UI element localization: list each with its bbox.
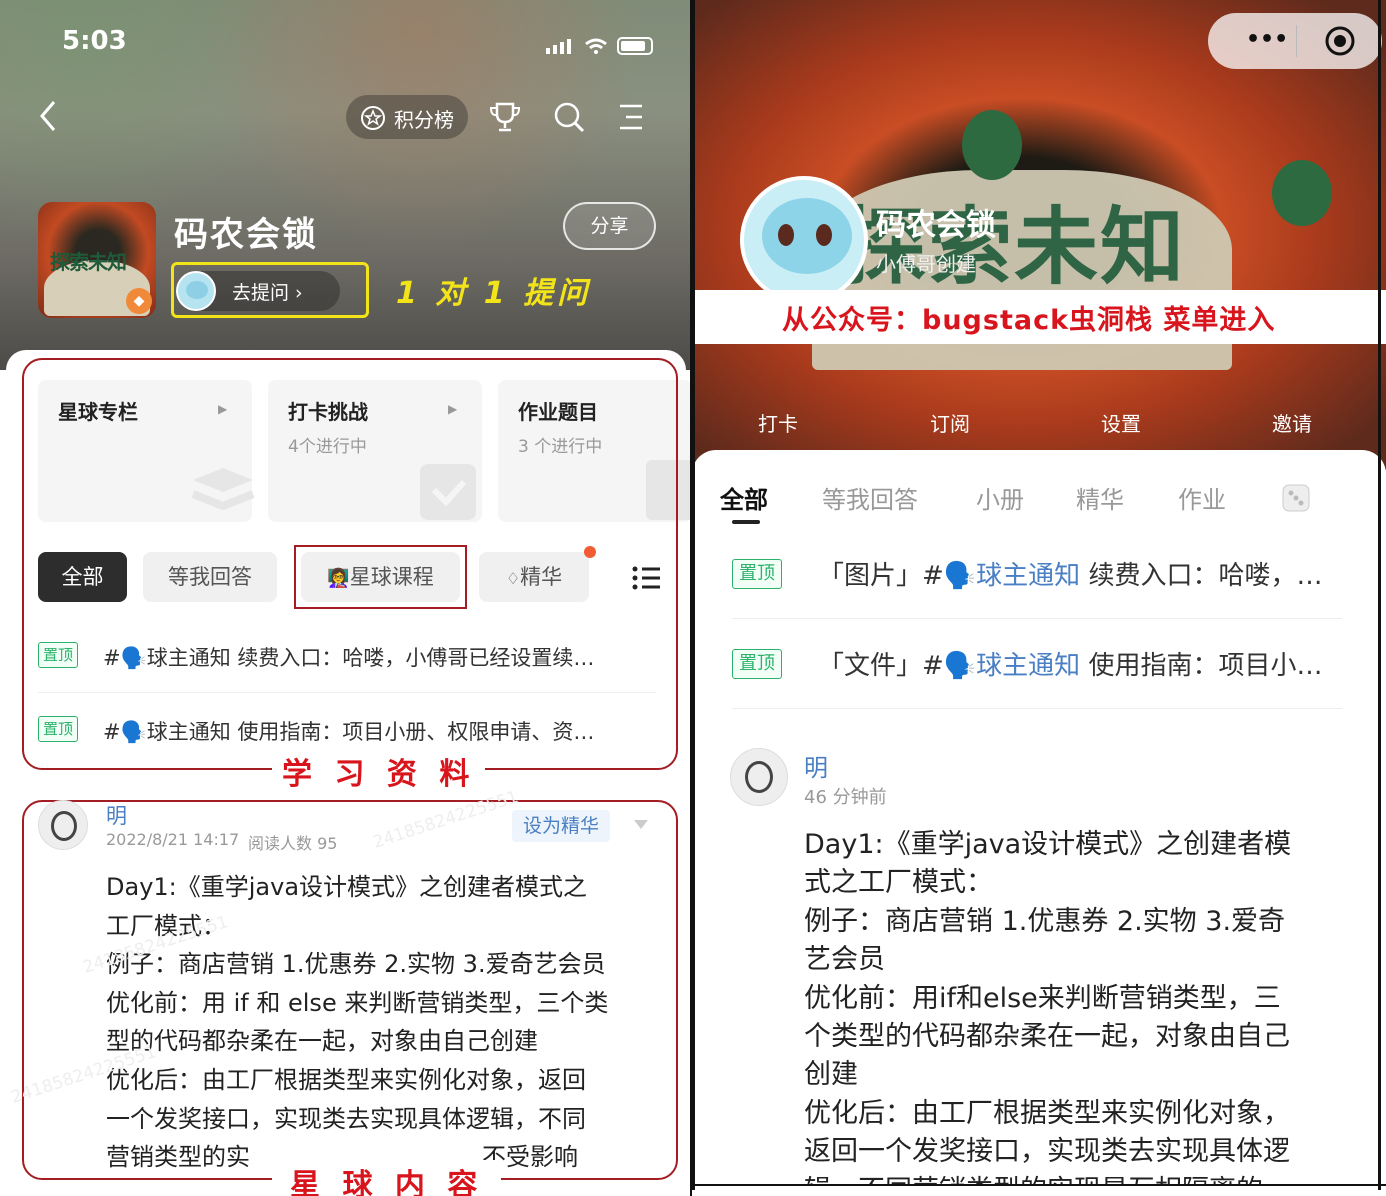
annotation-study: 学 习 资 料 <box>272 749 486 793</box>
chevron-down-icon[interactable] <box>632 818 650 832</box>
post-line: 优化前：用 if 和 else 来判断营销类型，三个类 <box>106 988 609 1017</box>
pinned-item[interactable]: 「文件」#🗣️球主通知 使用指南：项目小… <box>818 645 1322 682</box>
post-line: 优化后：由工厂根据类型来实例化对象， <box>804 1097 1290 1129</box>
post-date: 2022/8/21 14:17 <box>106 830 240 849</box>
banner-creature <box>962 110 1022 180</box>
ask-button[interactable]: 去提问 › <box>176 271 340 311</box>
ask-label: 去提问 › <box>232 282 303 304</box>
post-line: 型的代码都杂柔在一起，对象由自己创建 <box>106 1027 538 1056</box>
squirtle-avatar-icon <box>176 271 216 311</box>
avatar-text: 探索未知 <box>50 250 127 274</box>
tab-featured[interactable]: 精华 <box>1076 480 1124 515</box>
status-time: 5:03 <box>62 26 127 56</box>
pinned-prefix: 「图片」#🗣️ <box>818 561 977 591</box>
post-line: 优化前：用if和else来判断营销类型，三 <box>804 982 1281 1014</box>
author-avatar[interactable] <box>38 800 88 850</box>
banner-creature <box>1272 160 1332 226</box>
group-avatar[interactable]: 探索未知 ◆ <box>38 202 156 318</box>
pinned-channel[interactable]: 球主通知 <box>976 651 1080 681</box>
tab-indicator <box>732 520 760 524</box>
miniprogram-capsule: ••• <box>1208 13 1382 69</box>
post-line: 返回一个发奖接口，实现类去实现具体逻 <box>804 1136 1290 1168</box>
group-name: 码农会锁 <box>876 208 996 243</box>
share-button[interactable]: 分享 <box>563 202 656 250</box>
author-avatar[interactable] <box>730 748 788 806</box>
group-avatar[interactable] <box>740 176 868 304</box>
post-line: 式之工厂模式： <box>804 867 993 899</box>
menu-icon[interactable] <box>616 102 646 132</box>
dice-icon[interactable] <box>1280 482 1312 514</box>
back-icon[interactable] <box>36 98 60 143</box>
divider <box>732 708 1342 709</box>
menu-subscribe[interactable]: 订阅 <box>930 408 970 437</box>
post-line: 艺会员 <box>804 944 885 976</box>
post-line: 优化后：由工厂根据类型来实例化对象，返回 <box>106 1065 586 1094</box>
tab-booklet[interactable]: 小册 <box>976 480 1024 515</box>
post-line: Day1:《重学java设计模式》之创建者模式之 <box>106 873 588 901</box>
leaderboard-label: 积分榜 <box>394 108 454 132</box>
tab-waiting[interactable]: 等我回答 <box>822 480 918 515</box>
annotation-content: 星 球 内 容 <box>272 1160 502 1196</box>
menu-checkin[interactable]: 打卡 <box>758 408 798 437</box>
post-reads: 阅读人数 95 <box>248 834 338 853</box>
more-icon[interactable]: ••• <box>1246 27 1288 52</box>
pinned-text: 使用指南：项目小… <box>1080 651 1323 681</box>
post-line-start: 营销类型的实 <box>106 1143 250 1172</box>
bottom-edge <box>692 1184 1386 1196</box>
tab-homework[interactable]: 作业 <box>1178 480 1226 515</box>
leaderboard-button[interactable]: 积分榜 <box>346 95 468 139</box>
search-icon[interactable] <box>552 100 586 134</box>
post-line: 一个发奖接口，实现类去实现具体逻辑，不同 <box>106 1104 586 1133</box>
author-name[interactable]: 明 <box>804 748 828 783</box>
mark-featured-button[interactable]: 设为精华 <box>512 810 610 842</box>
divider <box>732 618 1342 619</box>
status-icons <box>546 36 656 56</box>
group-name: 码农会锁 <box>174 215 318 255</box>
menu-invite[interactable]: 邀请 <box>1272 408 1312 437</box>
pinned-item[interactable]: 「图片」#🗣️球主通知 续费入口：哈喽，… <box>818 555 1322 592</box>
author-name[interactable]: 明 <box>106 800 127 830</box>
post-line: Day1:《重学java设计模式》之创建者模 <box>804 829 1292 860</box>
post-line: 个类型的代码都杂柔在一起，对象由自己 <box>804 1021 1290 1053</box>
pinned-channel[interactable]: 球主通知 <box>976 561 1080 591</box>
tab-all[interactable]: 全部 <box>720 480 768 515</box>
annotation-source: 从公众号：bugstack虫洞栈 菜单进入 <box>782 305 1276 336</box>
post-body: Day1:《重学java设计模式》之创建者模式之 工厂模式： 例子：商店营销 1… <box>106 868 666 1177</box>
post-line: 创建 <box>804 1059 858 1091</box>
post-line: 例子：商店营销 1.优惠券 2.实物 3.爱奇艺会员 <box>106 950 606 979</box>
left-screenshot: 5:03 积分榜 探索未知 ◆ 码农会锁 分享 去提问 › 1 对 1 提问 星… <box>0 0 692 1196</box>
pin-badge: 置顶 <box>732 649 782 679</box>
post-time: 46 分钟前 <box>804 787 887 808</box>
pinned-prefix: 「文件」#🗣️ <box>818 651 977 681</box>
star-icon <box>361 106 385 130</box>
post-body: Day1:《重学java设计模式》之创建者模 式之工厂模式： 例子：商店营销 1… <box>804 826 1344 1196</box>
menu-settings[interactable]: 设置 <box>1101 408 1141 437</box>
pin-badge: 置顶 <box>732 559 782 589</box>
right-screenshot: 探索未知 ••• 码农会锁 小傅哥创建 从公众号：bugstack虫洞栈 菜单进… <box>692 0 1386 1196</box>
signal-wifi-battery-icon <box>546 37 653 55</box>
post-line: 例子：商店营销 1.优惠券 2.实物 3.爱奇 <box>804 905 1286 937</box>
trophy-icon[interactable] <box>488 100 522 134</box>
pinned-text: 续费入口：哈喽，… <box>1080 561 1323 591</box>
annotation-one-on-one: 1 对 1 提问 <box>396 276 592 311</box>
group-creator: 小傅哥创建 <box>876 252 976 276</box>
close-circle-icon[interactable] <box>1324 25 1356 57</box>
diamond-icon: ◆ <box>126 288 152 314</box>
study-material-box <box>22 358 678 770</box>
